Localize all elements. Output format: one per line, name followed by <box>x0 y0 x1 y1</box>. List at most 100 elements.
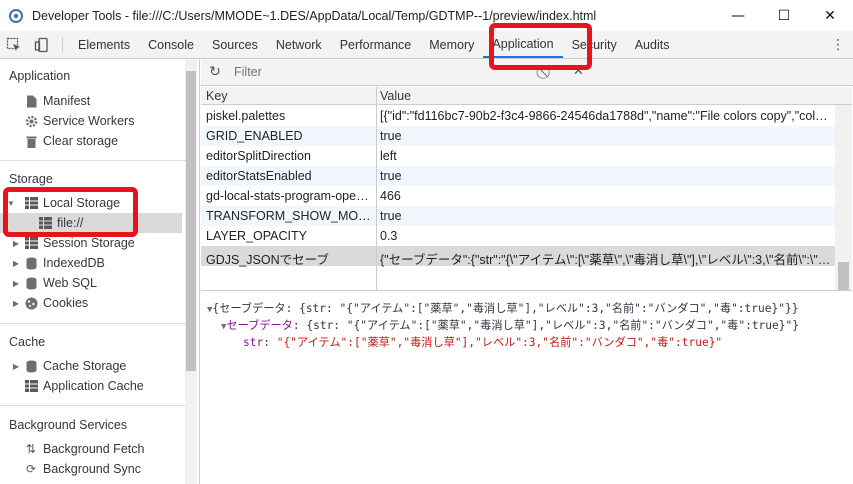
table-row[interactable]: TRANSFORM_SHOW_MORE true <box>201 206 835 226</box>
more-options-icon[interactable]: ⋮ <box>831 31 845 58</box>
section-header-application: Application <box>9 69 71 83</box>
row-key-cell[interactable]: editorSplitDirection <box>206 149 372 163</box>
table-row[interactable]: piskel.palettes [{"id":"fd116bc7-90b2-f3c… <box>201 106 835 126</box>
collapsed-arrow-icon[interactable]: ▶ <box>11 239 21 248</box>
sidebar-item-background-sync[interactable]: ⟳ Background Sync <box>0 459 182 479</box>
sidebar-item-background-fetch[interactable]: ⇅ Background Fetch <box>0 439 182 459</box>
preview-object-text: : {str: "{"アイテム":["薬草","毒消し草"],"レベル":3,"… <box>292 319 799 332</box>
row-key-cell[interactable]: GRID_ENABLED <box>206 129 372 143</box>
value-column-header[interactable]: Value <box>380 89 411 103</box>
tab-performance[interactable]: Performance <box>331 31 421 58</box>
key-column-header[interactable]: Key <box>206 89 228 103</box>
sidebar-divider <box>0 323 186 324</box>
expanded-arrow-icon[interactable]: ▼ <box>6 199 16 208</box>
sidebar-item-cookies[interactable]: ▶ Cookies <box>0 293 182 313</box>
refresh-icon[interactable]: ↻ <box>201 64 229 80</box>
sidebar-item-label: Manifest <box>43 94 91 108</box>
row-key-cell[interactable]: GDJS_JSONでセーブ <box>206 249 372 268</box>
sidebar-divider <box>0 160 186 161</box>
sidebar-item-cache-storage[interactable]: ▶ Cache Storage <box>0 356 182 376</box>
application-sidebar: Application Manifest Service Workers Cle… <box>0 59 200 484</box>
database-icon <box>24 276 38 290</box>
tab-memory[interactable]: Memory <box>420 31 483 58</box>
cookie-icon <box>24 296 38 310</box>
local-storage-panel: ↻ ⃠ ✕ Key Value piskel.palettes [{"id":"f… <box>201 59 853 484</box>
tab-network[interactable]: Network <box>267 31 331 58</box>
sync-icon: ⟳ <box>25 462 37 476</box>
sidebar-item-application-cache[interactable]: Application Cache <box>0 376 182 396</box>
row-value-cell[interactable]: true <box>380 169 832 183</box>
sidebar-item-indexeddb[interactable]: ▶ IndexedDB <box>0 253 182 273</box>
close-button[interactable]: ✕ <box>807 0 853 31</box>
fetch-arrows-icon: ⇅ <box>25 442 37 456</box>
tab-application[interactable]: Application <box>483 31 563 58</box>
row-value-cell[interactable]: left <box>380 149 832 163</box>
table-row[interactable]: GRID_ENABLED true <box>201 126 835 146</box>
row-value-cell[interactable]: true <box>380 129 832 143</box>
maximize-button[interactable]: ☐ <box>761 0 807 31</box>
table-row[interactable]: editorSplitDirection left <box>201 146 835 166</box>
table-row[interactable]: editorStatsEnabled true <box>201 166 835 186</box>
sidebar-item-label: Background Fetch <box>43 442 145 456</box>
device-toolbar-icon[interactable] <box>28 31 56 58</box>
sidebar-item-session-storage[interactable]: ▶ Session Storage <box>0 233 182 253</box>
sidebar-divider <box>0 405 186 406</box>
sidebar-item-label: Service Workers <box>43 114 135 128</box>
collapsed-arrow-icon[interactable]: ▶ <box>11 279 21 288</box>
sidebar-item-websql[interactable]: ▶ Web SQL <box>0 273 182 293</box>
sidebar-scrollbar-thumb[interactable] <box>186 71 196 371</box>
filter-input[interactable] <box>233 62 533 82</box>
sidebar-item-label: IndexedDB <box>43 256 105 270</box>
section-header-background-services: Background Services <box>9 418 128 432</box>
sidebar-item-label: Cache Storage <box>43 359 127 373</box>
grid-table-icon <box>24 196 38 210</box>
grid-table-icon <box>38 216 52 230</box>
preview-object-line[interactable]: ▼セーブデータ: {str: "{"アイテム":["薬草","毒消し草"],"レ… <box>221 317 799 333</box>
tab-security[interactable]: Security <box>563 31 626 58</box>
table-row[interactable]: gd-local-stats-program-open… 466 <box>201 186 835 206</box>
sidebar-item-local-storage-file[interactable]: file:// <box>0 213 182 233</box>
grid-header: Key Value <box>201 87 852 105</box>
row-value-cell[interactable]: {"セーブデータ":{"str":"{\"アイテム\":[\"薬草\",\"毒消… <box>380 249 832 268</box>
sidebar-item-clear-storage[interactable]: Clear storage <box>0 131 182 151</box>
preview-string-line: str: "{"アイテム":["薬草","毒消し草"],"レベル":3,"名前"… <box>243 336 723 349</box>
collapsed-arrow-icon[interactable]: ▶ <box>11 299 21 308</box>
grid-scrollbar-thumb[interactable] <box>838 262 849 290</box>
row-key-cell[interactable]: TRANSFORM_SHOW_MORE <box>206 209 372 223</box>
preview-root-line[interactable]: ▼{セーブデータ: {str: "{"アイテム":["薬草","毒消し草"],"… <box>207 300 798 316</box>
storage-toolbar: ↻ ⃠ ✕ <box>201 59 853 86</box>
tab-audits[interactable]: Audits <box>626 31 679 58</box>
row-value-cell[interactable]: 466 <box>380 189 832 203</box>
table-row[interactable]: LAYER_OPACITY 0.3 <box>201 226 835 246</box>
column-divider[interactable] <box>376 87 377 290</box>
database-icon <box>24 359 38 373</box>
row-value-cell[interactable]: [{"id":"fd116bc7-90b2-f3c4-9866-24546da1… <box>380 109 832 123</box>
row-value-cell[interactable]: true <box>380 209 832 223</box>
tab-console[interactable]: Console <box>139 31 203 58</box>
collapsed-arrow-icon[interactable]: ▶ <box>11 362 21 371</box>
tab-sources[interactable]: Sources <box>203 31 267 58</box>
storage-data-grid: Key Value piskel.palettes [{"id":"fd116bc… <box>201 87 852 291</box>
sidebar-item-service-workers[interactable]: Service Workers <box>0 111 182 131</box>
grid-table-icon <box>24 379 38 393</box>
document-icon <box>24 94 38 108</box>
row-key-cell[interactable]: piskel.palettes <box>206 109 372 123</box>
sidebar-item-local-storage[interactable]: ▼ Local Storage <box>0 193 182 213</box>
collapsed-arrow-icon[interactable]: ▶ <box>11 259 21 268</box>
preview-string-value: "{"アイテム":["薬草","毒消し草"],"レベル":3,"名前":"バンダ… <box>276 336 723 349</box>
value-preview-panel: ▼{セーブデータ: {str: "{"アイテム":["薬草","毒消し草"],"… <box>201 292 853 484</box>
delete-selected-icon[interactable]: ✕ <box>573 64 584 79</box>
row-key-cell[interactable]: editorStatsEnabled <box>206 169 372 183</box>
devtools-tab-bar: Elements Console Sources Network Performance… <box>0 31 853 59</box>
sidebar-item-label: Clear storage <box>43 134 119 148</box>
inspect-element-icon[interactable] <box>0 31 28 58</box>
minimize-button[interactable]: — <box>715 0 761 31</box>
sidebar-item-manifest[interactable]: Manifest <box>0 91 182 111</box>
row-key-cell[interactable]: LAYER_OPACITY <box>206 229 372 243</box>
gear-icon <box>24 114 38 128</box>
preview-root-text: {セーブデータ: {str: "{"アイテム":["薬草","毒消し草"],"レ… <box>212 302 799 315</box>
row-value-cell[interactable]: 0.3 <box>380 229 832 243</box>
row-key-cell[interactable]: gd-local-stats-program-open… <box>206 189 372 203</box>
table-row[interactable]: GDJS_JSONでセーブ {"セーブデータ":{"str":"{\"アイテム\"… <box>201 246 835 268</box>
tab-elements[interactable]: Elements <box>69 31 139 58</box>
